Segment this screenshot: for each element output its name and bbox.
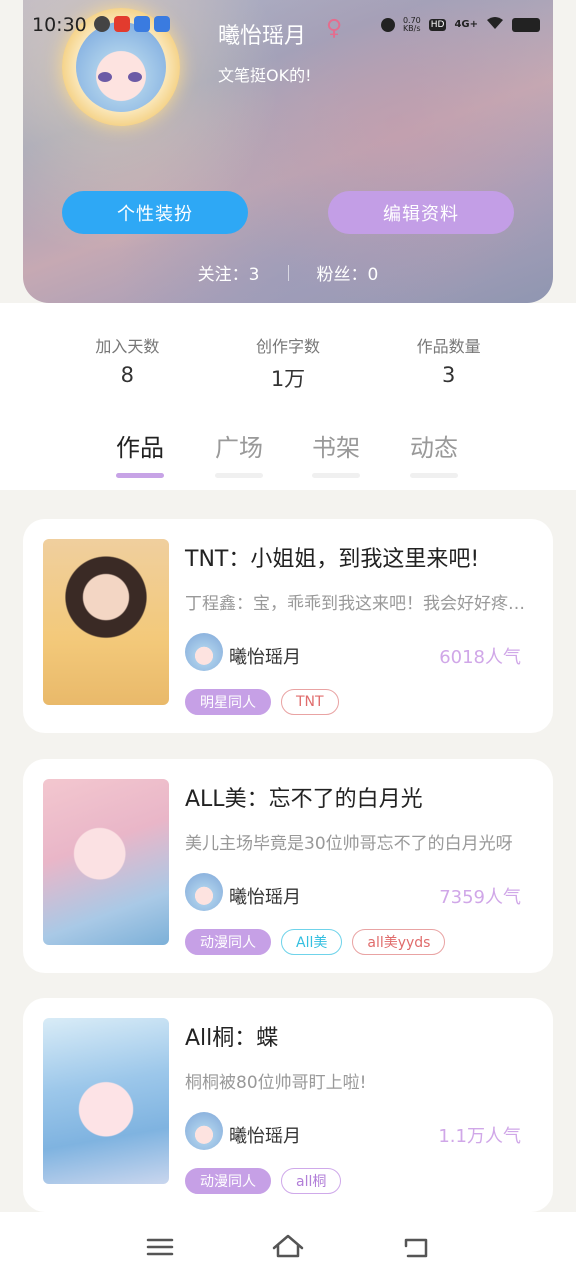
stat-label: 创作字数 xyxy=(256,337,321,356)
app-notification-icon xyxy=(94,16,110,32)
menu-icon[interactable] xyxy=(140,1232,180,1262)
avatar-eye xyxy=(98,72,112,82)
status-bar: 10:30 0.70 KB/s HD 4G+ xyxy=(0,0,576,52)
back-icon[interactable] xyxy=(396,1232,436,1262)
system-nav-bar xyxy=(0,1212,576,1280)
edit-profile-button[interactable]: 编辑资料 xyxy=(328,191,514,234)
wifi-icon xyxy=(486,16,504,33)
tag[interactable]: 动漫同人 xyxy=(185,929,271,955)
status-indicators: 0.70 KB/s HD 4G+ xyxy=(380,15,540,33)
popularity-count: 7359人气 xyxy=(439,887,521,908)
tag[interactable]: all美yyds xyxy=(352,929,446,955)
tag-list: 动漫同人 all桐 xyxy=(185,1168,342,1194)
tag[interactable]: all桐 xyxy=(281,1168,342,1194)
work-description: 丁程鑫：宝，乖乖到我这来吧！我会好好疼你的 xyxy=(185,594,535,614)
stats-card: 加入天数 8 创作字数 1万 作品数量 3 xyxy=(47,303,529,413)
tag[interactable]: TNT xyxy=(281,689,339,715)
work-cover-image[interactable] xyxy=(43,779,169,945)
battery-icon xyxy=(512,17,540,32)
app-notification-icon xyxy=(134,16,150,32)
author-avatar[interactable] xyxy=(185,1112,223,1150)
work-description: 美儿主场毕竟是30位帅哥忘不了的白月光呀 xyxy=(185,834,513,854)
tab-bookshelf[interactable]: 书架 xyxy=(306,428,366,478)
net-speed: 0.70 KB/s xyxy=(402,15,421,33)
signal-icon: 4G+ xyxy=(454,19,478,30)
work-title[interactable]: ALL美：忘不了的白月光 xyxy=(185,781,423,813)
work-card[interactable]: ALL美：忘不了的白月光 美儿主场毕竟是30位帅哥忘不了的白月光呀 曦怡瑶月 7… xyxy=(23,759,553,973)
stat-label: 加入天数 xyxy=(95,337,160,356)
work-cover-image[interactable] xyxy=(43,539,169,705)
stat-label: 作品数量 xyxy=(416,337,481,356)
tag[interactable]: 明星同人 xyxy=(185,689,271,715)
tab-works[interactable]: 作品 xyxy=(110,428,170,478)
dress-up-button[interactable]: 个性装扮 xyxy=(62,191,248,234)
popularity-count: 6018人气 xyxy=(439,647,521,668)
tab-indicator xyxy=(312,473,360,478)
tab-indicator xyxy=(215,473,263,478)
tab-label: 动态 xyxy=(410,434,458,462)
work-title[interactable]: All桐：蝶 xyxy=(185,1020,278,1052)
tab-label: 书架 xyxy=(312,434,360,462)
author-name[interactable]: 曦怡瑶月 xyxy=(229,1122,301,1148)
stat-value: 8 xyxy=(120,363,135,387)
author-name[interactable]: 曦怡瑶月 xyxy=(229,883,301,909)
author-avatar[interactable] xyxy=(185,873,223,911)
work-description: 桐桐被80位帅哥盯上啦! xyxy=(185,1073,367,1093)
tab-indicator xyxy=(410,473,458,478)
work-title[interactable]: TNT：小姐姐，到我这里来吧! xyxy=(185,541,479,573)
tab-label: 广场 xyxy=(215,434,263,462)
work-card[interactable]: TNT：小姐姐，到我这里来吧! 丁程鑫：宝，乖乖到我这来吧！我会好好疼你的 曦怡… xyxy=(23,519,553,733)
popularity-count: 1.1万人气 xyxy=(438,1126,521,1147)
work-card[interactable]: All桐：蝶 桐桐被80位帅哥盯上啦! 曦怡瑶月 1.1万人气 动漫同人 all… xyxy=(23,998,553,1212)
stat-join-days: 加入天数 8 xyxy=(47,303,208,413)
hd-badge: HD xyxy=(428,18,447,31)
tab-square[interactable]: 广场 xyxy=(209,428,269,478)
home-icon[interactable] xyxy=(268,1232,308,1262)
follow-count[interactable]: 关注：3 xyxy=(198,260,260,285)
stat-word-count: 创作字数 1万 xyxy=(208,303,369,413)
tab-activity[interactable]: 动态 xyxy=(404,428,464,478)
work-cover-image[interactable] xyxy=(43,1018,169,1184)
tag[interactable]: All美 xyxy=(281,929,343,955)
alarm-icon xyxy=(380,17,395,32)
author-avatar[interactable] xyxy=(185,633,223,671)
tab-bar: 作品 广场 书架 动态 xyxy=(0,428,576,488)
tag-list: 动漫同人 All美 all美yyds xyxy=(185,929,446,955)
follow-fans-row: 关注：3 粉丝：0 xyxy=(23,260,553,285)
avatar-eye xyxy=(128,72,142,82)
fans-count[interactable]: 粉丝：0 xyxy=(317,260,379,285)
stat-value: 1万 xyxy=(270,367,306,391)
author-name[interactable]: 曦怡瑶月 xyxy=(229,643,301,669)
divider xyxy=(287,264,289,281)
status-time: 10:30 xyxy=(32,14,87,36)
app-notification-icon xyxy=(114,16,130,32)
tag[interactable]: 动漫同人 xyxy=(185,1168,271,1194)
stat-value: 3 xyxy=(441,363,456,387)
tag-list: 明星同人 TNT xyxy=(185,689,339,715)
stat-works-count: 作品数量 3 xyxy=(368,303,529,413)
app-notification-icon xyxy=(154,16,170,32)
user-signature: 文笔挺OK的! xyxy=(218,66,312,85)
tab-indicator xyxy=(116,473,164,478)
status-app-icons xyxy=(94,16,170,32)
tab-label: 作品 xyxy=(116,434,164,462)
